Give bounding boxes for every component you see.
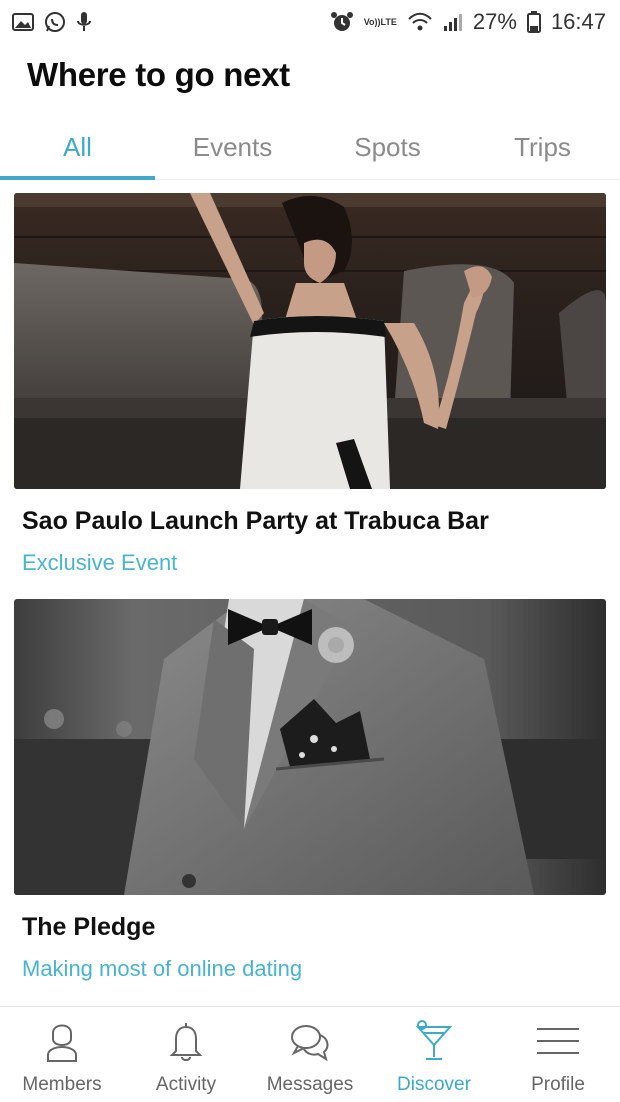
suit-photo <box>14 599 606 895</box>
cocktail-icon <box>412 1019 456 1068</box>
nav-activity-label: Activity <box>155 1074 217 1095</box>
lte-text: LTE <box>380 16 397 27</box>
wifi-icon <box>407 12 433 32</box>
event-card-title[interactable]: Sao Paulo Launch Party at Trabuca Bar <box>22 507 606 536</box>
event-card-subtitle: Exclusive Event <box>22 550 178 575</box>
page-title: Where to go next <box>27 56 290 93</box>
battery-icon <box>526 11 541 33</box>
clock: 16:47 <box>550 9 606 34</box>
status-bar: Vo)) LTE 27% 16:47 <box>0 0 620 44</box>
gallery-icon <box>12 12 34 32</box>
nav-profile-label: Profile <box>531 1074 585 1095</box>
nav-messages-label: Messages <box>266 1074 354 1095</box>
tab-spots[interactable]: Spots <box>310 116 465 179</box>
nav-profile[interactable]: Profile <box>496 1007 620 1102</box>
members-icon <box>45 1019 79 1068</box>
tab-bar: All Events Spots Trips <box>0 116 620 180</box>
bell-icon <box>168 1019 204 1068</box>
whatsapp-icon <box>44 11 66 33</box>
nav-members[interactable]: Members <box>0 1007 124 1102</box>
volte-text: Vo)) <box>363 16 381 27</box>
party-photo <box>14 193 606 489</box>
battery-percent: 27% <box>472 9 517 34</box>
article-card-image[interactable] <box>14 599 606 895</box>
event-card-image[interactable] <box>14 193 606 489</box>
nav-discover-label: Discover <box>397 1074 471 1095</box>
tab-trips[interactable]: Trips <box>465 116 620 179</box>
volte-icon: Vo)) LTE <box>363 16 397 27</box>
tab-events[interactable]: Events <box>155 116 310 179</box>
menu-icon <box>535 1019 581 1068</box>
article-card-title[interactable]: The Pledge <box>22 913 606 942</box>
tab-all[interactable]: All <box>0 116 155 180</box>
article-card-subtitle: Making most of online dating <box>22 956 303 981</box>
status-left <box>12 11 92 33</box>
microphone-icon <box>76 11 92 33</box>
bottom-nav: Members Activity Messages Discover Profi… <box>0 1006 620 1102</box>
article-card[interactable]: The Pledge Making most of online dating <box>14 599 606 982</box>
status-right: Vo)) LTE 27% 16:47 <box>330 9 606 35</box>
nav-activity[interactable]: Activity <box>124 1007 248 1102</box>
chat-icon <box>288 1019 332 1068</box>
nav-discover[interactable]: Discover <box>372 1007 496 1102</box>
signal-icon <box>443 12 463 32</box>
nav-members-label: Members <box>22 1074 102 1095</box>
alarm-icon <box>330 11 354 33</box>
nav-messages[interactable]: Messages <box>248 1007 372 1102</box>
event-card[interactable]: Sao Paulo Launch Party at Trabuca Bar Ex… <box>14 193 606 576</box>
